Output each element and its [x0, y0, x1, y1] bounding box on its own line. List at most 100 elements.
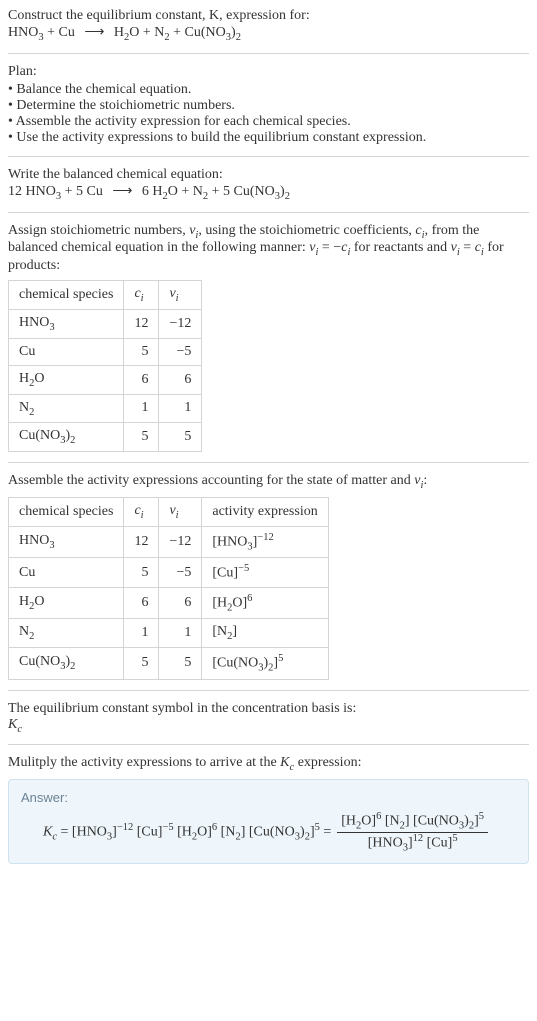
mult-k: K: [280, 755, 289, 770]
plan-item: Use the activity expressions to build th…: [8, 130, 529, 146]
assign-r2: = −: [318, 240, 341, 255]
eq-cuno3-sub2: 2: [236, 32, 241, 43]
balanced-title: Write the balanced chemical equation:: [8, 167, 529, 183]
cell-ci: 12: [124, 526, 159, 557]
table-row: H2O 6 6 [H2O]6: [9, 587, 329, 618]
sp-text: N: [19, 400, 29, 415]
table-row: Cu(NO3)2 5 5: [9, 423, 202, 452]
sp-text: N: [19, 624, 29, 639]
cell-species: HNO3: [9, 526, 124, 557]
cell-vi: −5: [159, 558, 202, 588]
bal-h2o: 6 H: [138, 184, 162, 199]
cell-ci: 5: [124, 423, 159, 452]
cell-species: Cu: [9, 338, 124, 365]
th-ci: ci: [124, 281, 159, 310]
cell-vi: −5: [159, 338, 202, 365]
plan-item: Assemble the activity expression for eac…: [8, 114, 529, 130]
table-row: H2O 6 6: [9, 365, 202, 394]
sp-text: H: [19, 594, 29, 609]
answer-lhs: Kc = [HNO3]−12 [Cu]−5 [H2O]6 [N2] [Cu(NO…: [43, 822, 331, 842]
bal-cuno3: + 5 Cu(NO: [208, 184, 275, 199]
table-header-row: chemical species ci νi: [9, 281, 202, 310]
cell-ci: 6: [124, 587, 159, 618]
cell-vi: 6: [159, 587, 202, 618]
cell-species: HNO3: [9, 309, 124, 338]
table-row: HNO3 12 −12: [9, 309, 202, 338]
cell-activity: [H2O]6: [202, 587, 328, 618]
ae-sup: 6: [247, 593, 252, 604]
den-b: [Cu]: [423, 835, 452, 850]
den-a-sup: 12: [413, 833, 424, 844]
ae-a: [Cu]: [212, 566, 238, 581]
bal-cuno3-sub2: 2: [285, 191, 290, 202]
divider: [8, 462, 529, 463]
den-b-sup: 5: [452, 833, 457, 844]
sp-sub2: 2: [70, 435, 75, 446]
answer-label: Answer:: [21, 790, 516, 805]
table-header-row: chemical species ci νi activity expressi…: [9, 497, 329, 526]
cell-vi: 5: [159, 648, 202, 679]
sp-sub: 3: [49, 540, 54, 551]
sp-text: Cu(NO: [19, 428, 60, 443]
bal-n2: O + N: [168, 184, 203, 199]
divider: [8, 212, 529, 213]
sp-text2: O: [34, 371, 44, 386]
kc-k: K: [8, 717, 17, 732]
answer-box: Answer: Kc = [HNO3]−12 [Cu]−5 [H2O]6 [N2…: [8, 779, 529, 864]
ans-t3b: O]: [197, 825, 212, 840]
ans-eq2: =: [320, 825, 331, 840]
arrow-icon: ⟶: [106, 184, 138, 199]
cell-vi: −12: [159, 526, 202, 557]
ae-a: [N: [212, 624, 227, 639]
cell-vi: 5: [159, 423, 202, 452]
assign-section: Assign stoichiometric numbers, νi, using…: [8, 223, 529, 453]
th-ci-sub: i: [141, 510, 144, 521]
cell-ci: 12: [124, 309, 159, 338]
th-vi-sub: i: [176, 510, 179, 521]
table-row: HNO3 12 −12 [HNO3]−12: [9, 526, 329, 557]
mult-t2: expression:: [294, 755, 361, 770]
divider: [8, 744, 529, 745]
sp-text: H: [19, 371, 29, 386]
ae-a: [HNO: [212, 534, 247, 549]
multiply-section: Mulitply the activity expressions to arr…: [8, 755, 529, 864]
kc-sub: c: [17, 723, 22, 734]
ae-sup: −5: [238, 563, 249, 574]
cell-species: H2O: [9, 365, 124, 394]
th-vi: νi: [159, 281, 202, 310]
cell-ci: 5: [124, 648, 159, 679]
cell-activity: [Cu]−5: [202, 558, 328, 588]
cell-ci: 1: [124, 394, 159, 423]
eq-cuno3-text: + Cu(NO: [170, 25, 226, 40]
ae-b: O]: [232, 596, 247, 611]
mult-t1: Mulitply the activity expressions to arr…: [8, 755, 280, 770]
sp-text: HNO: [19, 533, 49, 548]
th-ci-sub: i: [141, 293, 144, 304]
num-a: [H: [341, 814, 356, 829]
num-b: [N: [381, 814, 399, 829]
arrow-icon: ⟶: [78, 25, 110, 40]
ae-a: [Cu(NO: [212, 656, 258, 671]
stoich-table: chemical species ci νi HNO3 12 −12 Cu 5 …: [8, 280, 202, 452]
divider: [8, 690, 529, 691]
sp-text: Cu(NO: [19, 654, 60, 669]
assign-t4: for reactants and: [350, 240, 450, 255]
answer-formula: Kc = [HNO3]−12 [Cu]−5 [H2O]6 [N2] [Cu(NO…: [43, 811, 516, 853]
num-ab: O]: [361, 814, 376, 829]
assemble-text: Assemble the activity expressions accoun…: [8, 473, 529, 491]
assign-text: Assign stoichiometric numbers, νi, using…: [8, 223, 529, 275]
cell-vi: 1: [159, 394, 202, 423]
activity-table: chemical species ci νi activity expressi…: [8, 497, 329, 680]
cell-species: N2: [9, 394, 124, 423]
multiply-text: Mulitply the activity expressions to arr…: [8, 755, 529, 773]
sp-sub: 3: [49, 322, 54, 333]
ae-sup: −12: [257, 532, 273, 543]
cell-activity: [HNO3]−12: [202, 526, 328, 557]
prompt-section: Construct the equilibrium constant, K, e…: [8, 8, 529, 43]
ans-t2-sup: −5: [162, 822, 173, 833]
th-vi: νi: [159, 497, 202, 526]
eq-plus-cu: + Cu: [44, 25, 79, 40]
sp-sub2: 2: [70, 661, 75, 672]
answer-fraction: [H2O]6 [N2] [Cu(NO3)2]5 [HNO3]12 [Cu]5: [337, 811, 488, 853]
sp-text: HNO: [19, 315, 49, 330]
